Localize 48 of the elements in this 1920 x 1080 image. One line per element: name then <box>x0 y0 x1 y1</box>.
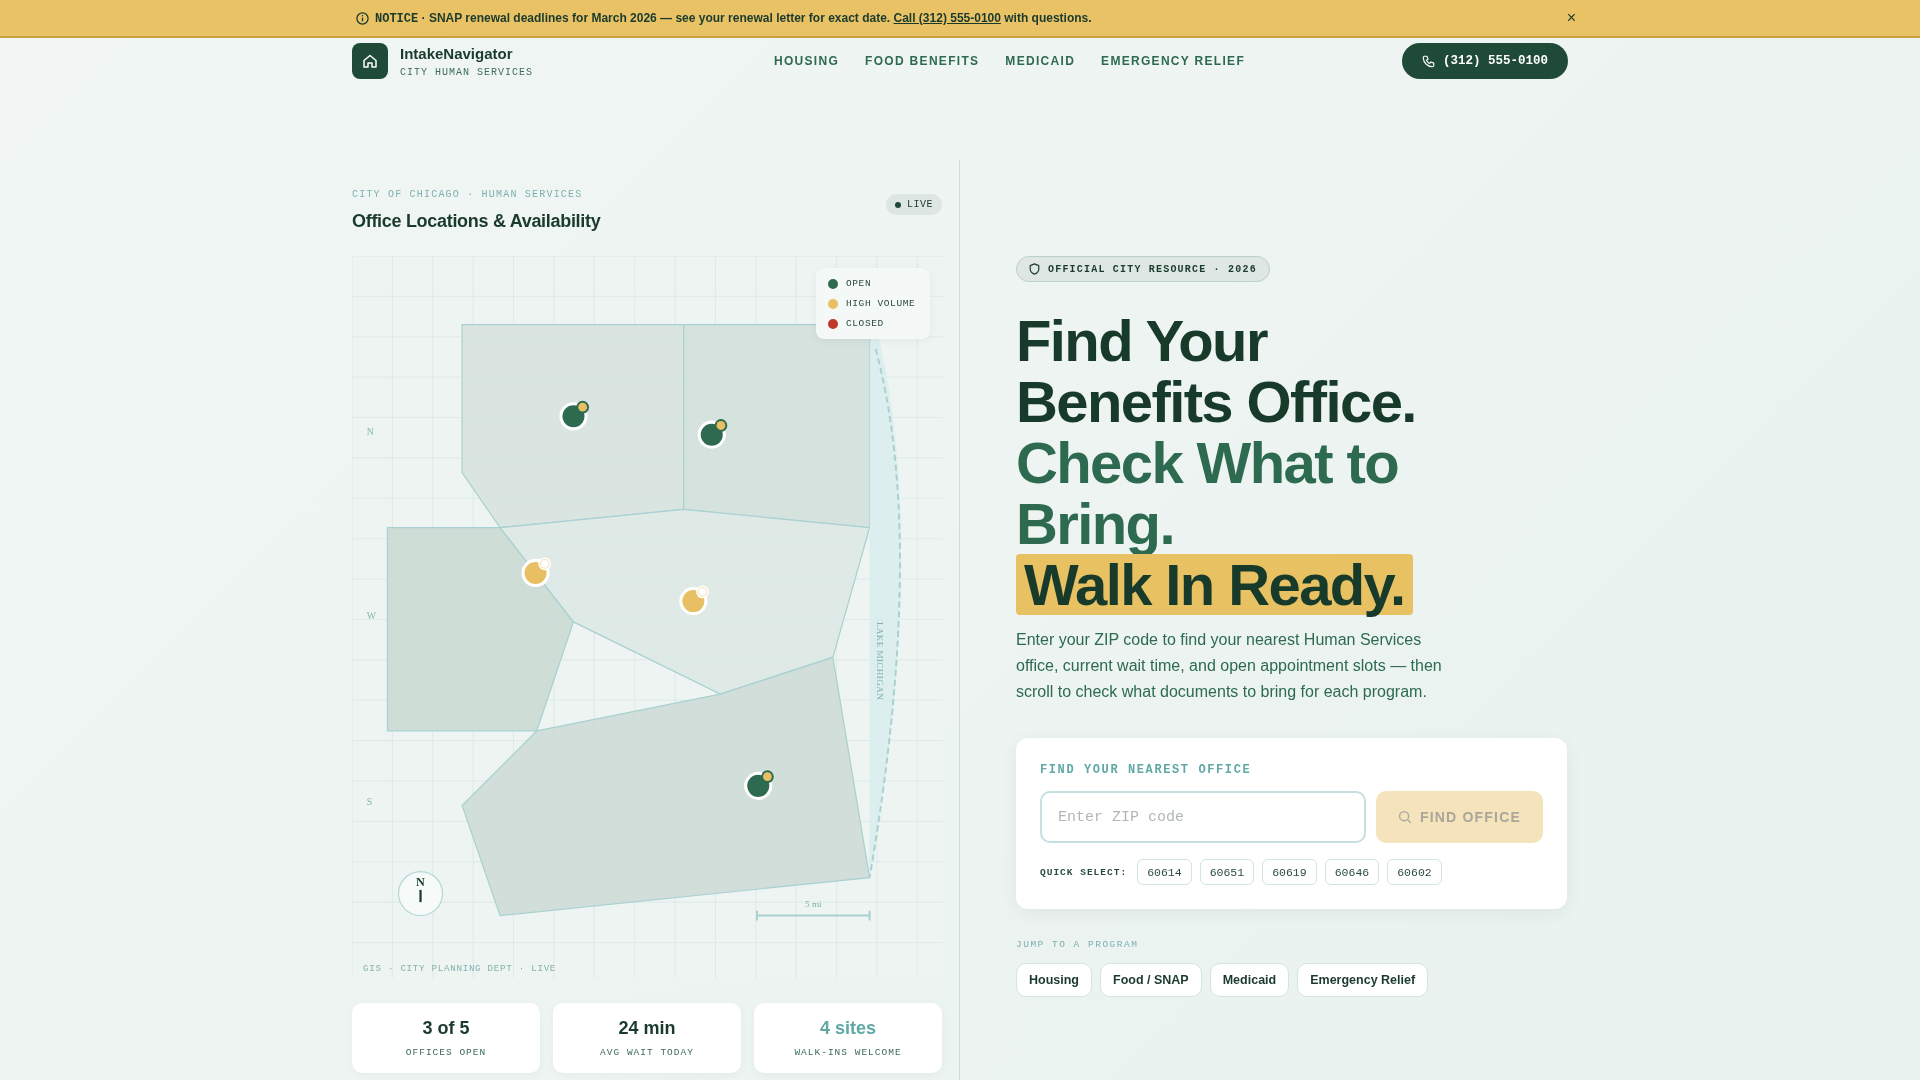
section-label: JUMP TO A PROGRAM <box>1016 939 1140 950</box>
nav-link[interactable]: HOUSING <box>774 54 840 68</box>
nav-link[interactable]: EMERGENCY RELIEF <box>1101 54 1246 68</box>
lake-label: LAKE MICHIGAN <box>874 621 885 701</box>
stat-value: 24 min <box>618 1018 676 1039</box>
quick-select-label: QUICK SELECT: <box>1040 866 1128 878</box>
card-title: FIND YOUR NEAREST OFFICE <box>1040 763 1253 777</box>
stat-label: OFFICES OPEN <box>405 1047 487 1058</box>
program-chip[interactable]: Food / SNAP <box>1100 963 1202 997</box>
direction-label: W <box>366 610 376 622</box>
close-button[interactable]: × <box>1566 9 1576 27</box>
phone-icon <box>1421 54 1435 68</box>
eyebrow-text: CITY OF CHICAGO · HUMAN SERVICES <box>352 189 584 200</box>
phone-link[interactable]: Call (312) 555-0100 <box>893 10 1001 25</box>
map-source-text: GIS · CITY PLANNING DEPT · LIVE <box>363 962 557 974</box>
direction-label: S <box>366 796 373 808</box>
live-label: LIVE <box>907 199 933 210</box>
info-icon <box>356 11 369 25</box>
status-dot-icon <box>895 201 901 208</box>
direction-label: N <box>366 425 374 437</box>
program-chip[interactable]: Emergency Relief <box>1297 963 1429 997</box>
headline-text: Check What to Bring. <box>1016 432 1399 554</box>
legend-label: HIGH VOLUME <box>846 298 916 309</box>
brand-subtitle: CITY HUMAN SERVICES <box>400 66 535 78</box>
legend-label: CLOSED <box>846 318 884 329</box>
compass-label: N <box>416 875 425 890</box>
stat-value: 4 sites <box>819 1018 876 1039</box>
panel-title: Office Locations & Availability <box>352 211 601 232</box>
scale-label: 5 mi <box>805 899 822 909</box>
phone-button[interactable]: (312) 555-0100 <box>1401 43 1568 79</box>
program-chip[interactable]: Housing <box>1016 963 1092 997</box>
highlighted-headline: Walk In Ready. <box>1016 554 1413 615</box>
brand-name: IntakeNavigator <box>400 44 514 63</box>
badge-label: OFFICIAL CITY RESOURCE · 2026 <box>1048 263 1257 275</box>
shield-icon <box>1029 263 1040 275</box>
home-logo-icon <box>352 43 388 79</box>
search-icon <box>1397 810 1412 824</box>
stat-label: AVG WAIT TODAY <box>600 1047 694 1058</box>
stat-label: WALK-INS WELCOME <box>794 1047 902 1058</box>
legend-label: OPEN <box>846 278 872 289</box>
notice-text: NOTICE · SNAP renewal deadlines for March 2026 — see your renewal letter for exact date. Call (312) 555-0100 with questions. <box>375 10 1093 26</box>
intro-paragraph: Enter your ZIP code to find your nearest Human Services office, current wait time, and open appointment slots — then scroll to check what documents to bring for each program. <box>1016 630 1443 702</box>
compass-icon <box>397 870 444 917</box>
headline-text: Find Your Benefits Office. <box>1016 310 1417 432</box>
stat-value: 3 of 5 <box>422 1018 470 1039</box>
program-chip[interactable]: Medicaid <box>1209 963 1290 997</box>
nav-link[interactable]: FOOD BENEFITS <box>865 54 980 68</box>
nav-link[interactable]: MEDICAID <box>1005 54 1076 68</box>
